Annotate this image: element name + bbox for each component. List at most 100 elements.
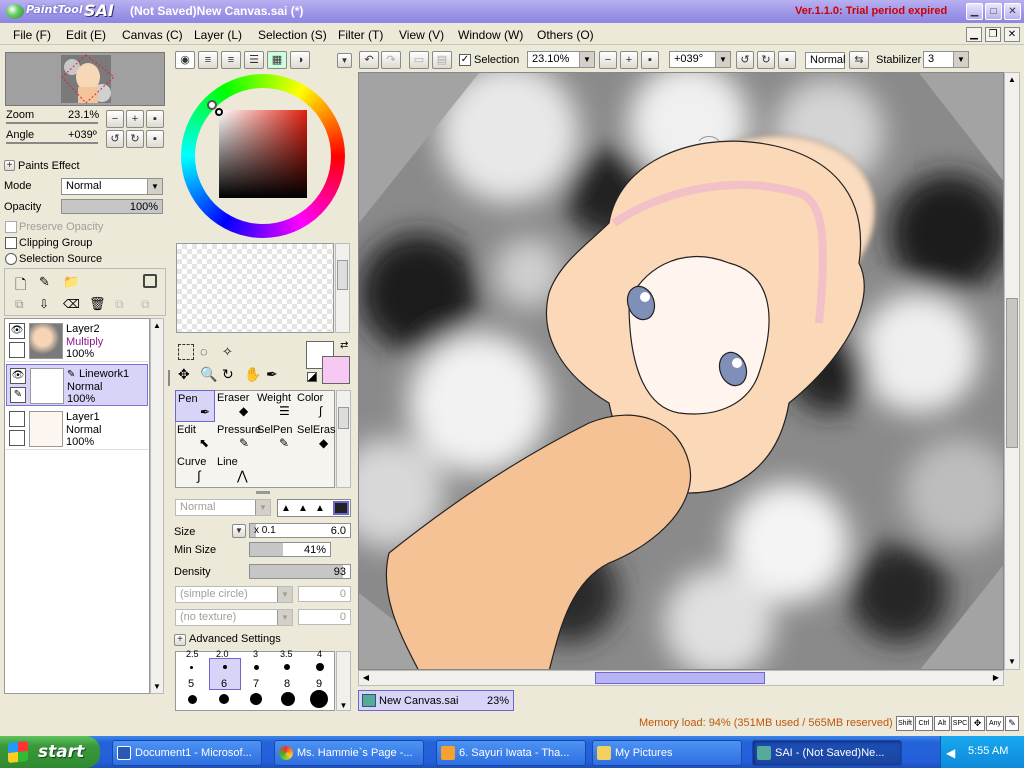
size-slider[interactable]: x 0.1 6.0 xyxy=(249,523,351,538)
scroll-left-icon[interactable]: ◀ xyxy=(359,671,373,685)
tray-expand-icon[interactable]: ◀ xyxy=(946,746,955,760)
clipping-group-checkbox[interactable] xyxy=(5,237,17,249)
size-range-menu-icon[interactable]: ▼ xyxy=(232,524,246,538)
scroll-thumb[interactable] xyxy=(1006,298,1018,448)
scroll-down-icon[interactable]: ▼ xyxy=(151,680,163,693)
menu-others[interactable]: Others (O) xyxy=(537,28,594,42)
scroll-up-icon[interactable]: ▲ xyxy=(151,319,163,332)
rotate-right-button[interactable]: ↻ xyxy=(126,130,144,148)
view-mode-field[interactable]: Normal xyxy=(805,52,845,69)
rotate-left-button[interactable]: ↺ xyxy=(106,130,124,148)
taskbar-item[interactable]: My Pictures xyxy=(592,740,742,766)
toolbar-rotate-left-button[interactable]: ↺ xyxy=(736,51,754,69)
zoom-out-button[interactable]: − xyxy=(106,110,124,128)
brush-dot[interactable] xyxy=(219,694,229,704)
merge-down-icon[interactable]: ⇩ xyxy=(39,297,49,311)
layer-row[interactable]: Layer1 Normal 100% xyxy=(6,408,148,450)
menu-edit[interactable]: Edit (E) xyxy=(66,28,106,42)
paints-effect-expand-icon[interactable]: + xyxy=(4,160,15,171)
minimize-button[interactable]: ▁ xyxy=(966,3,983,20)
start-button[interactable]: start xyxy=(0,736,100,768)
new-mask-icon[interactable] xyxy=(143,274,157,288)
zoom-icon[interactable]: 🔍 xyxy=(200,366,217,383)
canvas-viewport[interactable] xyxy=(358,72,1004,670)
tool-pen[interactable]: Pen ✒ xyxy=(175,390,215,422)
palette-tab-icon[interactable]: ▦ xyxy=(267,51,287,69)
toolbar-zoom-out-button[interactable]: − xyxy=(599,51,617,69)
brush-dot[interactable] xyxy=(316,663,324,671)
scroll-down-icon[interactable]: ▼ xyxy=(1005,655,1019,669)
brush-blend-select[interactable]: Normal ▼ xyxy=(175,499,271,516)
scroll-thumb[interactable] xyxy=(595,672,765,684)
toolbar-rotate-right-button[interactable]: ↻ xyxy=(757,51,775,69)
angle-slider[interactable] xyxy=(6,142,98,144)
color-wheel[interactable] xyxy=(181,74,345,238)
brush-texture-strength[interactable]: 0 xyxy=(298,609,351,625)
canvas-artwork[interactable] xyxy=(359,73,1004,670)
new-layer-icon[interactable]: 🗋 xyxy=(15,274,26,298)
close-button[interactable]: ✕ xyxy=(1004,3,1021,20)
swap-colors-icon[interactable]: ⇄ xyxy=(340,340,348,351)
layer-row-selected[interactable]: 👁 ✎ ✎ Linework1 Normal 100% xyxy=(6,364,148,406)
zoom-slider[interactable] xyxy=(6,122,98,124)
tool-selpen[interactable]: SelPen ✎ xyxy=(255,422,295,454)
brush-dot[interactable] xyxy=(284,664,290,670)
color-panel-menu-icon[interactable]: ▼ xyxy=(337,53,352,68)
selection-source-checkbox[interactable] xyxy=(5,253,17,265)
rect-select-icon[interactable] xyxy=(178,344,194,360)
tool-pressure[interactable]: Pressure ✎ xyxy=(215,422,261,454)
deselect-button[interactable]: ▭ xyxy=(409,51,429,69)
layer-list-scrollbar[interactable]: ▲ ▼ xyxy=(150,318,164,694)
maximize-button[interactable]: □ xyxy=(985,3,1002,20)
scratchpad-scrollbar[interactable] xyxy=(335,243,350,333)
menu-layer[interactable]: Layer (L) xyxy=(194,28,242,42)
brush-dot[interactable] xyxy=(188,695,197,704)
brush-dot[interactable] xyxy=(310,690,328,708)
edge-medium-icon[interactable]: ▲ xyxy=(298,503,308,514)
menu-file[interactable]: File (F) xyxy=(13,28,51,42)
clear-layer-icon[interactable]: ⌫ xyxy=(63,297,80,311)
brush-size-scrollbar[interactable]: ▼ xyxy=(336,651,351,711)
menu-window[interactable]: Window (W) xyxy=(458,28,523,42)
visibility-eye-icon[interactable]: 👁 xyxy=(9,323,25,339)
zoom-select[interactable]: 23.10% ▼ xyxy=(527,51,595,68)
new-folder-icon[interactable]: 📁 xyxy=(63,274,79,290)
brush-shape-select[interactable]: (simple circle) ▼ xyxy=(175,586,293,603)
menu-canvas[interactable]: Canvas (C) xyxy=(122,28,183,42)
taskbar-item[interactable]: Document1 - Microsof... xyxy=(112,740,262,766)
tool-grid-scrollbar[interactable] xyxy=(336,390,351,488)
stabilizer-select[interactable]: 3 ▼ xyxy=(923,51,969,68)
menu-view[interactable]: View (V) xyxy=(399,28,444,42)
rgb-slider-tab-icon[interactable]: ≡ xyxy=(198,51,218,69)
saturation-value-square[interactable] xyxy=(219,110,307,198)
color-picker-marker[interactable] xyxy=(215,108,223,116)
scratchpad-tab-icon[interactable]: ◑ xyxy=(290,51,310,69)
canvas-tab[interactable]: New Canvas.sai 23% xyxy=(358,690,514,711)
brush-dot[interactable] xyxy=(223,665,227,669)
panel-splitter-handle[interactable] xyxy=(256,491,270,494)
menu-selection[interactable]: Selection (S) xyxy=(258,28,327,42)
scroll-down-icon[interactable]: ▼ xyxy=(337,701,350,710)
tool-line[interactable]: Line ⋀ xyxy=(215,454,255,488)
layer-mode-select[interactable]: Normal ▼ xyxy=(61,178,163,195)
doc-close-button[interactable]: ✕ xyxy=(1004,27,1020,42)
swatch-tab-icon[interactable]: ☰ xyxy=(244,51,264,69)
brush-dot[interactable] xyxy=(190,666,193,669)
density-slider[interactable]: 93 xyxy=(249,564,351,579)
delete-layer-icon[interactable]: 🗑 xyxy=(89,296,106,312)
brush-dot[interactable] xyxy=(281,692,295,706)
lock-toggle-box[interactable] xyxy=(9,430,25,446)
layer-row[interactable]: 👁 Layer2 Multiply 100% xyxy=(6,320,148,362)
toolbar-zoom-in-button[interactable]: + xyxy=(620,51,638,69)
menu-filter[interactable]: Filter (T) xyxy=(338,28,383,42)
copy-layer-icon[interactable]: ⧉ xyxy=(15,297,24,312)
layer-opacity-slider[interactable]: 100% xyxy=(61,199,163,214)
scroll-thumb[interactable] xyxy=(337,260,348,290)
undo-button[interactable]: ↶ xyxy=(359,51,379,69)
canvas-horizontal-scrollbar[interactable]: ◀ ▶ xyxy=(358,670,1004,686)
edge-full-icon[interactable] xyxy=(333,501,349,515)
scroll-thumb[interactable] xyxy=(338,407,349,429)
eyedropper-icon[interactable]: ✒ xyxy=(266,366,278,383)
rotate-reset-button[interactable]: ▪ xyxy=(146,130,164,148)
scroll-up-icon[interactable]: ▲ xyxy=(1005,73,1019,87)
